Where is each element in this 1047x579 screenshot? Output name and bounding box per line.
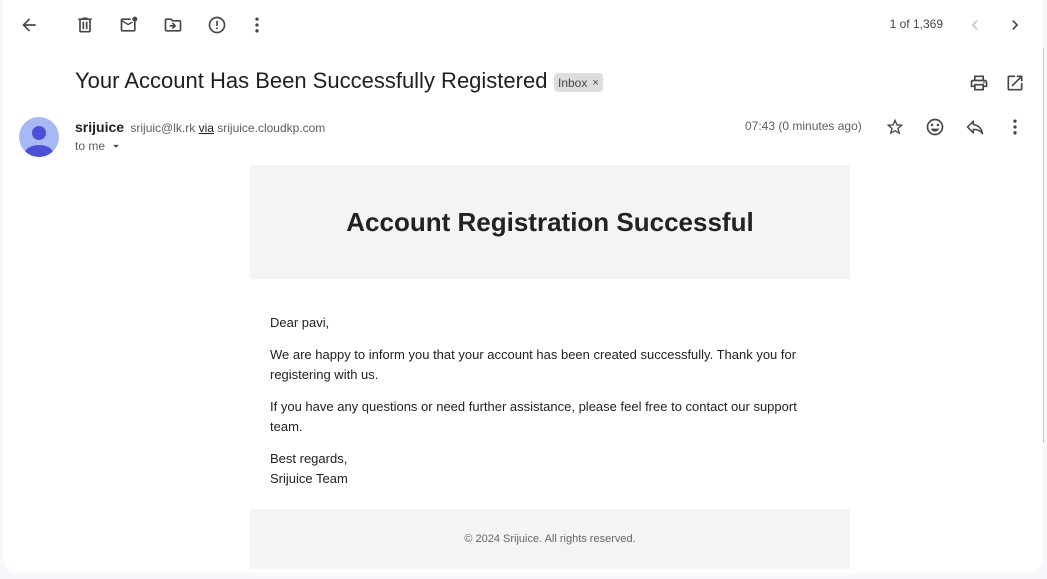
back-button[interactable] [11, 7, 47, 43]
print-button[interactable] [961, 65, 997, 101]
star-icon [886, 118, 904, 135]
report-spam-button[interactable] [199, 7, 235, 43]
email-header-band: Account Registration Successful [250, 165, 850, 279]
print-icon [970, 75, 988, 91]
more-vert-icon [255, 17, 259, 33]
newer-button[interactable] [957, 7, 993, 43]
recipient-label: to me [75, 139, 106, 153]
more-message-button[interactable] [997, 109, 1033, 145]
email-paragraph: We are happy to inform you that your acc… [270, 347, 797, 382]
mail-unread-icon [120, 16, 138, 32]
email-body: Account Registration Successful Dear pav… [250, 165, 850, 569]
delete-button[interactable] [67, 7, 103, 43]
more-vert-icon [1013, 119, 1017, 135]
inbox-label-chip[interactable]: Inbox × [554, 73, 603, 92]
sender-email: srijuic@lk.rk [130, 121, 196, 135]
email-signature: Srijuice Team [270, 471, 348, 486]
sender-line: srijuice srijuic@lk.rk via srijuice.clou… [75, 119, 325, 135]
email-footer: © 2024 Srijuice. All rights reserved. [250, 509, 850, 569]
scrollbar[interactable] [1043, 48, 1044, 443]
star-button[interactable] [877, 109, 913, 145]
report-spam-icon [208, 16, 226, 34]
person-icon [25, 126, 53, 157]
email-content: Dear pavi, We are happy to inform you th… [250, 279, 850, 509]
chevron-right-icon [1012, 20, 1019, 30]
avatar[interactable] [19, 117, 59, 157]
folder-move-icon [164, 18, 182, 32]
remove-label-icon[interactable]: × [592, 77, 598, 89]
open-new-window-button[interactable] [997, 65, 1033, 101]
move-to-button[interactable] [155, 7, 191, 43]
label-text: Inbox [558, 75, 588, 90]
email-paragraph: If you have any questions or need furthe… [270, 399, 797, 434]
mark-unread-button[interactable] [111, 7, 147, 43]
email-heading: Account Registration Successful [346, 206, 754, 237]
email-greeting: Dear pavi, [270, 315, 330, 330]
via-domain: srijuice.cloudkp.com [217, 121, 326, 135]
add-reaction-button[interactable] [917, 109, 953, 145]
trash-icon [78, 17, 92, 33]
via-link[interactable]: via [199, 121, 214, 135]
emoji-icon [926, 118, 944, 136]
recipient-details-toggle[interactable]: to me [75, 139, 123, 153]
older-button[interactable] [997, 7, 1033, 43]
message-subject: Your Account Has Been Successfully Regis… [75, 68, 548, 93]
more-toolbar-button[interactable] [239, 7, 275, 43]
message-panel: 1 of 1,369 Your Account Has Been Success… [3, 0, 1043, 573]
caret-down-icon [113, 144, 119, 148]
open-in-new-icon [1007, 75, 1023, 91]
reply-icon [966, 120, 984, 135]
message-time: 07:43 (0 minutes ago) [745, 119, 862, 133]
arrow-left-icon [22, 18, 36, 32]
pager-count: 1 of 1,369 [889, 17, 943, 31]
email-signoff: Best regards, [270, 451, 348, 466]
chevron-left-icon [971, 20, 978, 30]
reply-button[interactable] [957, 109, 993, 145]
sender-name[interactable]: srijuice [75, 119, 124, 135]
